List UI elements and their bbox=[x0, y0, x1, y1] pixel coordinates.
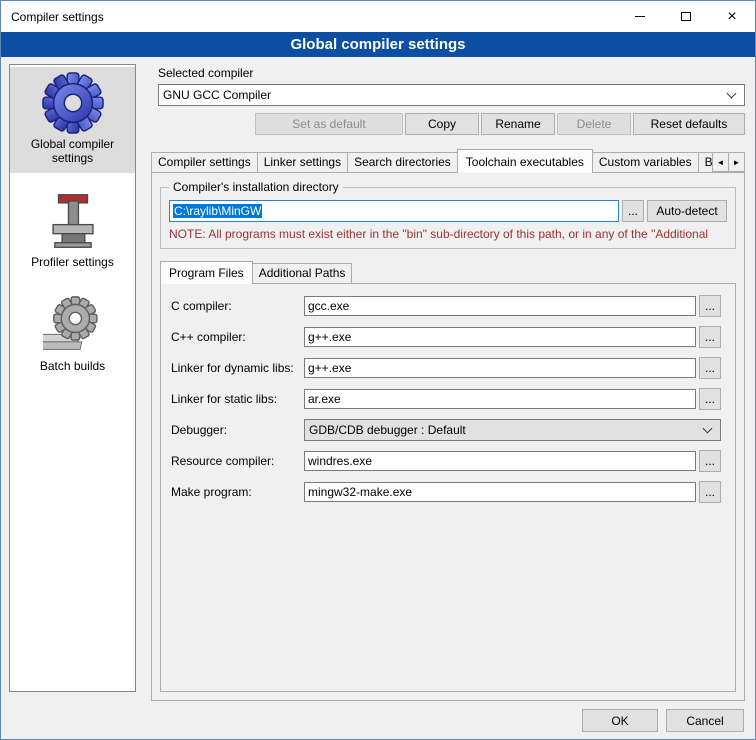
main-panel: Selected compiler GNU GCC Compiler Set a… bbox=[151, 64, 745, 701]
tabs-clip: Compiler settings Linker settings Search… bbox=[151, 149, 745, 174]
tab-toolchain-executables[interactable]: Toolchain executables bbox=[457, 149, 593, 173]
dynamic-linker-input[interactable]: g++.exe bbox=[304, 358, 696, 378]
cpp-compiler-row: C++ compiler: g++.exe ... bbox=[171, 326, 721, 348]
auto-detect-button[interactable]: Auto-detect bbox=[647, 200, 727, 222]
compiler-actions: Set as default Copy Rename Delete Reset … bbox=[158, 113, 745, 135]
browse-directory-button[interactable]: ... bbox=[622, 200, 644, 222]
sidebar-item-label: Global compiler settings bbox=[12, 137, 133, 165]
resource-compiler-input[interactable]: windres.exe bbox=[304, 451, 696, 471]
cpp-compiler-browse-button[interactable]: ... bbox=[699, 326, 721, 348]
program-files-page: C compiler: gcc.exe ... C++ compiler: g+… bbox=[160, 283, 736, 692]
resource-compiler-browse-button[interactable]: ... bbox=[699, 450, 721, 472]
static-linker-label: Linker for static libs: bbox=[171, 392, 301, 406]
resource-compiler-value: windres.exe bbox=[308, 454, 372, 468]
installation-directory-group-label: Compiler's installation directory bbox=[169, 180, 343, 194]
dynamic-linker-row: Linker for dynamic libs: g++.exe ... bbox=[171, 357, 721, 379]
sidebar-item-global-compiler-settings[interactable]: Global compiler settings bbox=[10, 67, 135, 173]
make-program-input[interactable]: mingw32-make.exe bbox=[304, 482, 696, 502]
dynamic-linker-value: g++.exe bbox=[308, 361, 351, 375]
static-linker-row: Linker for static libs: ar.exe ... bbox=[171, 388, 721, 410]
installation-directory-input[interactable]: C:\raylib\MinGW bbox=[169, 200, 619, 222]
c-compiler-input[interactable]: gcc.exe bbox=[304, 296, 696, 316]
c-compiler-row: C compiler: gcc.exe ... bbox=[171, 295, 721, 317]
make-program-row: Make program: mingw32-make.exe ... bbox=[171, 481, 721, 503]
debugger-label: Debugger: bbox=[171, 423, 301, 437]
installation-directory-value: C:\raylib\MinGW bbox=[173, 204, 262, 218]
maximize-icon bbox=[681, 12, 691, 21]
dialog-header-title: Global compiler settings bbox=[290, 36, 465, 53]
arrow-left-icon: ◄ bbox=[717, 158, 725, 167]
window-title: Compiler settings bbox=[11, 10, 104, 24]
resource-compiler-row: Resource compiler: windres.exe ... bbox=[171, 450, 721, 472]
make-program-browse-button[interactable]: ... bbox=[699, 481, 721, 503]
set-as-default-button[interactable]: Set as default bbox=[255, 113, 403, 135]
static-linker-browse-button[interactable]: ... bbox=[699, 388, 721, 410]
debugger-value: GDB/CDB debugger : Default bbox=[309, 423, 700, 437]
close-button[interactable]: × bbox=[709, 1, 755, 32]
debugger-dropdown[interactable]: GDB/CDB debugger : Default bbox=[304, 419, 721, 441]
debugger-row: Debugger: GDB/CDB debugger : Default bbox=[171, 419, 721, 441]
window-controls: × bbox=[617, 1, 755, 32]
ok-button[interactable]: OK bbox=[582, 709, 658, 732]
settings-category-list: Global compiler settings Profiler settin… bbox=[9, 64, 136, 692]
compiler-tabs: Compiler settings Linker settings Search… bbox=[151, 149, 745, 172]
sidebar-item-label: Batch builds bbox=[40, 359, 105, 373]
cpp-compiler-value: g++.exe bbox=[308, 330, 351, 344]
sidebar-item-batch-builds[interactable]: Batch builds bbox=[10, 289, 135, 381]
make-program-label: Make program: bbox=[171, 485, 301, 499]
gray-gears-icon bbox=[42, 294, 104, 356]
cpp-compiler-input[interactable]: g++.exe bbox=[304, 327, 696, 347]
c-compiler-browse-button[interactable]: ... bbox=[699, 295, 721, 317]
minimize-icon bbox=[635, 16, 645, 17]
static-linker-value: ar.exe bbox=[308, 392, 341, 406]
dynamic-linker-label: Linker for dynamic libs: bbox=[171, 361, 301, 375]
tab-custom-variables[interactable]: Custom variables bbox=[592, 152, 699, 172]
static-linker-input[interactable]: ar.exe bbox=[304, 389, 696, 409]
selected-compiler-label: Selected compiler bbox=[158, 66, 745, 80]
tab-search-directories[interactable]: Search directories bbox=[347, 152, 458, 172]
maximize-button[interactable] bbox=[663, 1, 709, 32]
program-tabs: Program Files Additional Paths bbox=[160, 261, 736, 283]
selected-compiler-dropdown[interactable]: GNU GCC Compiler bbox=[158, 84, 745, 106]
copy-button[interactable]: Copy bbox=[405, 113, 479, 135]
toolchain-executables-page: Compiler's installation directory C:\ray… bbox=[151, 172, 745, 701]
button-row-spacer bbox=[158, 113, 253, 135]
delete-button[interactable]: Delete bbox=[557, 113, 631, 135]
tab-linker-settings[interactable]: Linker settings bbox=[257, 152, 348, 172]
dynamic-linker-browse-button[interactable]: ... bbox=[699, 357, 721, 379]
arrow-right-icon: ► bbox=[733, 158, 741, 167]
minimize-button[interactable] bbox=[617, 1, 663, 32]
installation-directory-group: Compiler's installation directory C:\ray… bbox=[160, 187, 736, 249]
c-compiler-value: gcc.exe bbox=[308, 299, 349, 313]
compiler-settings-window: Compiler settings × Global compiler sett… bbox=[0, 0, 756, 740]
c-compiler-label: C compiler: bbox=[171, 299, 301, 313]
dialog-header: Global compiler settings bbox=[1, 32, 755, 57]
make-program-value: mingw32-make.exe bbox=[308, 485, 412, 499]
tab-scroll-right-button[interactable]: ► bbox=[728, 152, 745, 172]
chevron-down-icon bbox=[727, 89, 737, 99]
tab-scroll-left-button[interactable]: ◄ bbox=[712, 152, 729, 172]
titlebar: Compiler settings × bbox=[1, 1, 755, 32]
rename-button[interactable]: Rename bbox=[481, 113, 555, 135]
resource-compiler-label: Resource compiler: bbox=[171, 454, 301, 468]
sidebar-item-label: Profiler settings bbox=[31, 255, 114, 269]
blue-gear-icon bbox=[42, 72, 104, 134]
sidebar-item-profiler-settings[interactable]: Profiler settings bbox=[10, 185, 135, 277]
chevron-down-icon bbox=[703, 424, 713, 434]
dialog-footer: OK Cancel bbox=[582, 709, 744, 732]
subtab-program-files[interactable]: Program Files bbox=[160, 261, 253, 284]
profiler-tool-icon bbox=[42, 190, 104, 252]
selected-compiler-value: GNU GCC Compiler bbox=[163, 88, 724, 102]
subtab-additional-paths[interactable]: Additional Paths bbox=[252, 263, 353, 283]
close-icon: × bbox=[727, 9, 736, 25]
installation-directory-row: C:\raylib\MinGW ... Auto-detect bbox=[169, 200, 727, 222]
installation-note: NOTE: All programs must exist either in … bbox=[169, 226, 727, 242]
tab-compiler-settings[interactable]: Compiler settings bbox=[151, 152, 258, 172]
tab-scroll-controls: ◄ ► bbox=[712, 152, 745, 172]
cpp-compiler-label: C++ compiler: bbox=[171, 330, 301, 344]
cancel-button[interactable]: Cancel bbox=[666, 709, 744, 732]
reset-defaults-button[interactable]: Reset defaults bbox=[633, 113, 745, 135]
